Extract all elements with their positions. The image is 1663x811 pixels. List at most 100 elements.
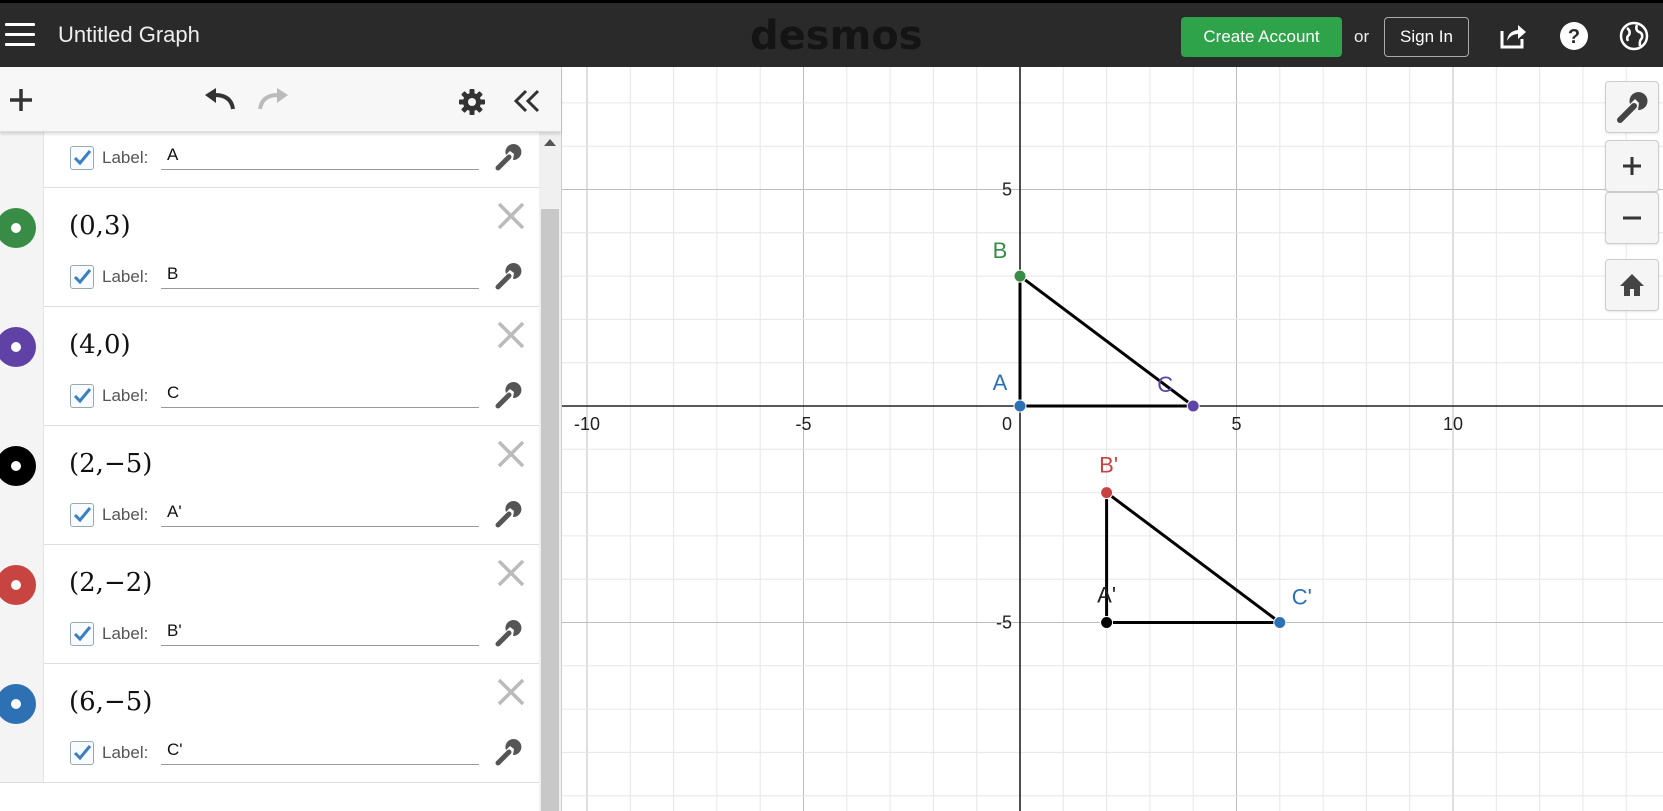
expression-gutter[interactable] [0, 187, 44, 306]
label-input[interactable]: B' [161, 616, 479, 646]
x-tick-label: 5 [1231, 414, 1241, 434]
label-checkbox[interactable] [70, 622, 94, 646]
help-icon[interactable]: ? [1559, 21, 1589, 51]
wrench-icon[interactable] [493, 261, 523, 291]
expression-input[interactable]: (6,−5) [69, 687, 152, 717]
x-tick-label: 0 [1002, 414, 1012, 434]
expression-gutter[interactable] [0, 425, 44, 544]
expression-gutter[interactable] [0, 306, 44, 425]
expression-gutter[interactable] [0, 131, 44, 187]
expression-input[interactable]: (2,−2) [69, 568, 152, 598]
point-label: A' [1097, 583, 1116, 608]
expression-gutter[interactable] [0, 544, 44, 663]
label-checkbox[interactable] [70, 503, 94, 527]
globe-icon[interactable] [1619, 21, 1649, 51]
delete-icon[interactable] [496, 677, 526, 707]
scroll-up-icon[interactable] [544, 139, 556, 146]
label-input[interactable]: A [161, 140, 479, 170]
point-label: C' [1292, 585, 1312, 610]
label-caption: Label: [102, 267, 149, 286]
expression-toolbar [0, 67, 561, 132]
collapse-icon[interactable] [513, 88, 541, 114]
x-tick-label: -5 [795, 414, 811, 434]
delete-icon[interactable] [496, 320, 526, 350]
label-checkbox[interactable] [70, 265, 94, 289]
expression-gutter[interactable] [0, 663, 44, 782]
expression-list: Label: A (0,3) Label: B (4,0) Label: C (2,−5) Lab… [0, 131, 539, 811]
delete-icon[interactable] [496, 558, 526, 588]
label-input[interactable]: A' [161, 497, 479, 527]
settings-icon[interactable] [458, 88, 486, 116]
point-label: C [1157, 372, 1173, 397]
label-input[interactable]: C [161, 378, 479, 408]
wrench-icon[interactable] [493, 618, 523, 648]
point-color-icon[interactable] [0, 684, 36, 724]
point-color-icon[interactable] [0, 208, 36, 248]
label-caption: Label: [102, 624, 149, 643]
label-checkbox[interactable] [70, 146, 94, 170]
y-tick-label: 5 [1002, 180, 1012, 200]
desmos-app: Untitled Graph desmos Create Account or … [0, 3, 1663, 811]
expression-input[interactable]: (0,3) [69, 211, 131, 241]
wrench-icon[interactable] [493, 499, 523, 529]
create-account-button[interactable]: Create Account [1181, 17, 1342, 57]
redo-icon[interactable] [256, 87, 292, 113]
top-bar: Untitled Graph desmos Create Account or … [0, 3, 1663, 67]
label-caption: Label: [102, 743, 149, 762]
wrench-icon[interactable] [493, 737, 523, 767]
delete-icon[interactable] [496, 439, 526, 469]
label-input[interactable]: C' [161, 735, 479, 765]
desmos-logo: desmos [750, 13, 923, 59]
expression-row[interactable]: (4,0) Label: C [0, 306, 539, 426]
graph-paper[interactable]: -10 -5 0 5 10 5 -5 A B C A' B' C' [562, 67, 1663, 811]
menu-icon[interactable] [5, 22, 35, 48]
label-caption: Label: [102, 386, 149, 405]
delete-icon[interactable] [496, 201, 526, 231]
home-button[interactable] [1605, 259, 1659, 311]
expression-row[interactable]: Label: A [0, 131, 539, 188]
point-color-icon[interactable] [0, 565, 36, 605]
wrench-icon[interactable] [493, 380, 523, 410]
svg-text:?: ? [1568, 26, 1580, 48]
zoom-in-button[interactable] [1605, 140, 1659, 192]
label-input[interactable]: B [161, 259, 479, 289]
expression-input[interactable]: (2,−5) [69, 449, 152, 479]
sign-in-button[interactable]: Sign In [1384, 17, 1469, 57]
label-caption: Label: [102, 505, 149, 524]
graph-point[interactable] [1186, 399, 1200, 413]
home-icon [1620, 274, 1644, 296]
label-checkbox[interactable] [70, 384, 94, 408]
x-tick-label: -10 [574, 414, 600, 434]
graph-settings-button[interactable] [1605, 81, 1659, 133]
add-icon[interactable] [8, 87, 34, 113]
graph-point[interactable] [1013, 399, 1027, 413]
wrench-icon [1617, 92, 1648, 123]
label-checkbox[interactable] [70, 741, 94, 765]
expression-row[interactable]: (2,−2) Label: B' [0, 544, 539, 664]
point-label: A [993, 370, 1008, 395]
or-text: or [1354, 27, 1370, 46]
expression-scrollbar[interactable] [539, 131, 561, 811]
expression-row[interactable]: (0,3) Label: B [0, 187, 539, 307]
wrench-icon[interactable] [493, 142, 523, 172]
expression-panel: Label: A (0,3) Label: B (4,0) Label: C (2,−5) Lab… [0, 67, 562, 811]
zoom-out-button[interactable] [1605, 192, 1659, 244]
expression-row[interactable]: (2,−5) Label: A' [0, 425, 539, 545]
point-color-icon[interactable] [0, 446, 36, 486]
expression-input[interactable]: (4,0) [69, 330, 131, 360]
scrollbar-thumb[interactable] [541, 209, 559, 811]
point-color-icon[interactable] [0, 327, 36, 367]
y-tick-label: -5 [996, 613, 1012, 633]
graph-point[interactable] [1273, 616, 1287, 629]
x-tick-label: 10 [1443, 414, 1463, 434]
graph-title[interactable]: Untitled Graph [58, 22, 200, 48]
undo-icon[interactable] [201, 87, 237, 113]
share-icon[interactable] [1498, 21, 1528, 51]
zoom-in-icon [1623, 157, 1641, 175]
graph-point[interactable] [1100, 616, 1114, 629]
zoom-out-icon [1623, 216, 1641, 220]
graph-canvas[interactable]: -10 -5 0 5 10 5 -5 A B C A' B' C' [562, 67, 1663, 811]
expression-row[interactable]: (6,−5) Label: C' [0, 663, 539, 783]
graph-point[interactable] [1100, 486, 1114, 500]
graph-point[interactable] [1013, 269, 1027, 283]
